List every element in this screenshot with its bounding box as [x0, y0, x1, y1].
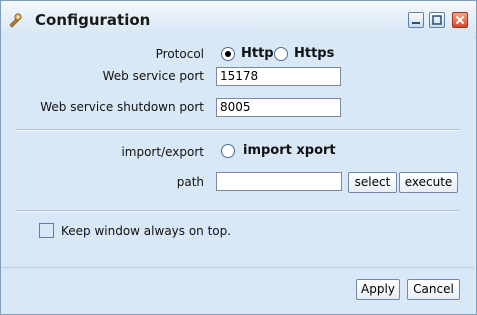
settings-panel: Protocol Http Https Web service port 151… — [2, 37, 474, 268]
always-on-top-checkbox[interactable] — [39, 223, 54, 238]
radio-import-export[interactable] — [221, 144, 235, 158]
always-on-top-label[interactable]: Keep window always on top. — [61, 224, 231, 238]
web-service-port-label: Web service port — [102, 69, 204, 83]
path-label: path — [176, 175, 204, 189]
cancel-button[interactable]: Cancel — [407, 279, 460, 300]
maximize-icon — [432, 15, 442, 25]
radio-import-export-label[interactable]: import xport — [243, 143, 336, 158]
dialog-footer: Apply Cancel — [2, 268, 474, 314]
window-title: Configuration — [35, 11, 151, 29]
configuration-window: Configuration Protocol Http Https Web se… — [0, 0, 477, 315]
path-field[interactable] — [216, 172, 342, 191]
separator — [16, 210, 459, 212]
minimize-icon — [412, 22, 420, 24]
apply-button[interactable]: Apply — [356, 279, 400, 300]
shutdown-port-label: Web service shutdown port — [40, 100, 204, 114]
separator — [16, 129, 459, 131]
app-tool-icon — [7, 12, 23, 28]
close-button[interactable] — [452, 12, 468, 28]
radio-http-label[interactable]: Http — [241, 46, 274, 61]
radio-selected-dot — [225, 51, 231, 57]
radio-https-label[interactable]: Https — [294, 46, 334, 61]
maximize-button[interactable] — [429, 12, 445, 28]
radio-http[interactable] — [221, 47, 235, 61]
execute-button[interactable]: execute — [399, 172, 458, 193]
minimize-button[interactable] — [408, 12, 424, 28]
web-service-port-field[interactable]: 15178 — [216, 67, 341, 86]
import-export-label: import/export — [121, 145, 204, 159]
protocol-label: Protocol — [155, 47, 204, 61]
select-button[interactable]: select — [348, 172, 397, 193]
close-icon — [455, 15, 465, 25]
radio-https[interactable] — [274, 47, 288, 61]
shutdown-port-field[interactable]: 8005 — [216, 98, 341, 117]
title-bar[interactable]: Configuration — [1, 1, 476, 38]
